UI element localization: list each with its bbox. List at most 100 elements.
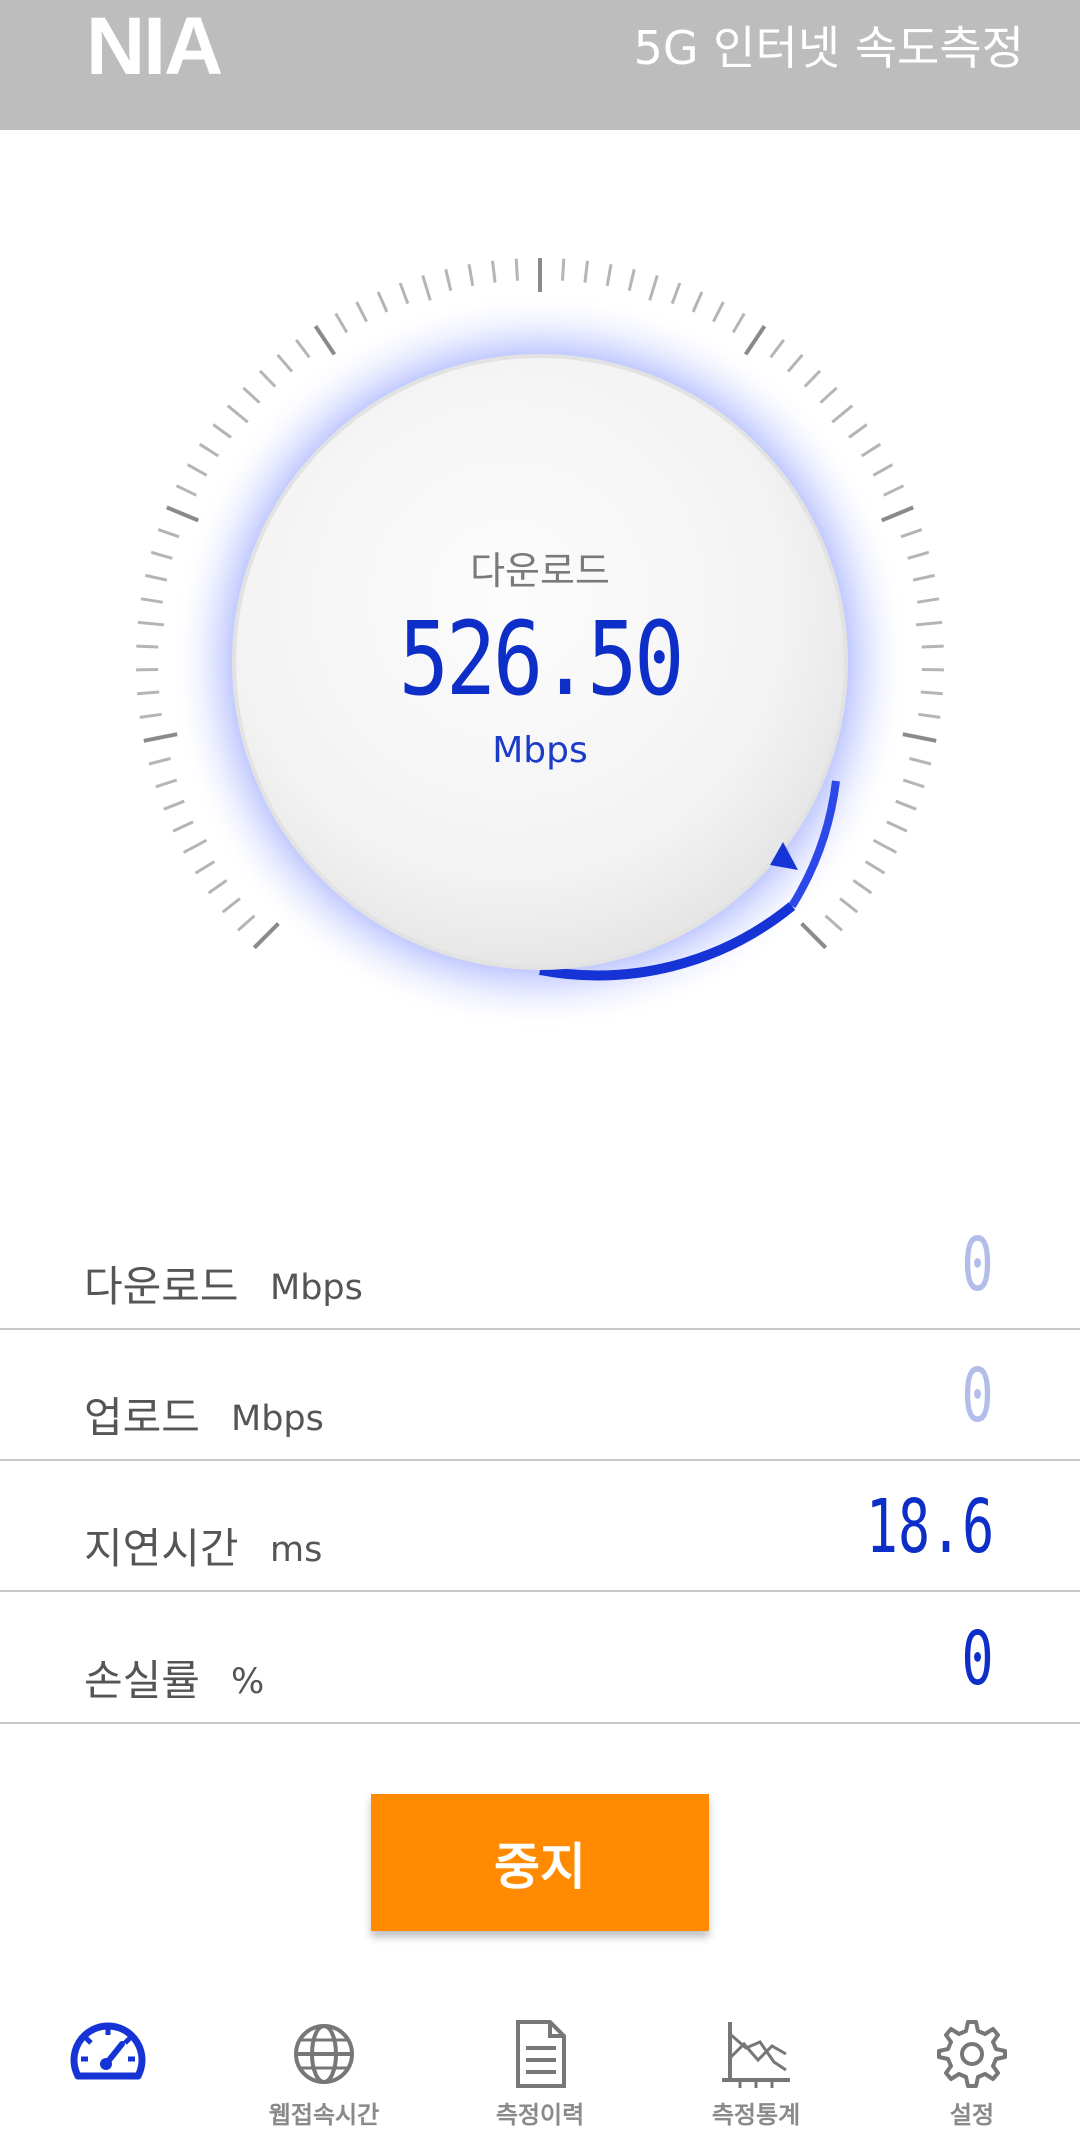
nav-label: 웹접속시간: [216, 2095, 432, 2130]
gauge-tick: [151, 552, 172, 558]
gauge-tick: [316, 326, 335, 354]
stat-row-upload: 업로드 Mbps 0: [0, 1331, 1080, 1461]
gauge-tick: [916, 622, 942, 625]
gauge-tick: [873, 465, 892, 476]
stat-row-download: 다운로드 Mbps 0: [0, 1200, 1080, 1330]
speedometer-icon: [68, 2014, 148, 2094]
bottom-nav: 웹접속시간 측정이력 측정통계 설정: [0, 2000, 1080, 2127]
gauge-tick: [713, 302, 723, 322]
gauge-tick: [650, 275, 658, 300]
gauge-tick: [137, 692, 159, 694]
gauge-tick: [832, 406, 852, 423]
stat-label: 다운로드: [84, 1253, 239, 1314]
gear-icon: [932, 2014, 1012, 2094]
stat-label: 손실률: [84, 1647, 200, 1708]
stat-label: 지연시간: [84, 1515, 239, 1576]
stat-unit: %: [231, 1662, 264, 1702]
gauge-tick: [296, 340, 309, 358]
gauge-tick: [882, 507, 913, 520]
nav-item-history[interactable]: 측정이력: [432, 2000, 648, 2127]
gauge-tick: [563, 259, 564, 281]
gauge-tick: [771, 340, 784, 358]
gauge-tick: [156, 780, 177, 787]
gauge-tick: [788, 355, 802, 372]
gauge-tick: [228, 406, 248, 423]
gauge-tick: [516, 259, 517, 281]
gauge-tick: [138, 622, 164, 625]
nav-item-statistics[interactable]: 측정통계: [648, 2000, 864, 2127]
gauge-tick: [913, 575, 935, 580]
gauge-tick: [200, 444, 219, 456]
gauge-tick: [840, 899, 857, 913]
gauge-tick: [693, 292, 702, 312]
gauge-tick: [672, 283, 680, 304]
gauge-tick: [167, 507, 198, 520]
gauge-tick: [243, 388, 259, 403]
nav-item-speed-test[interactable]: [0, 2000, 216, 2127]
gauge-tick: [196, 862, 215, 874]
stat-value: 0: [962, 1616, 994, 1702]
gauge-tick: [177, 486, 197, 496]
gauge-label: 다운로드: [340, 540, 740, 595]
gauge-tick: [903, 780, 924, 787]
gauge-tick: [378, 292, 387, 312]
gauge-tick: [908, 552, 929, 558]
stat-value: 0: [962, 1353, 994, 1439]
nav-item-web-access-time[interactable]: 웹접속시간: [216, 2000, 432, 2127]
gauge-tick: [903, 734, 936, 741]
gauge-tick: [733, 314, 744, 333]
chart-icon: [716, 2014, 796, 2094]
gauge-tick: [184, 840, 207, 852]
gauge-tick: [805, 371, 820, 387]
document-icon: [500, 2014, 580, 2094]
gauge-tick: [188, 465, 207, 476]
gauge-tick: [921, 692, 943, 694]
stat-row-loss: 손실률 % 0: [0, 1594, 1080, 1724]
gauge-tick: [145, 575, 167, 580]
gauge-tick: [278, 355, 292, 372]
gauge-tick: [469, 264, 473, 286]
gauge-tick: [853, 880, 871, 893]
stat-value: 0: [962, 1222, 994, 1308]
nav-label: 측정통계: [648, 2095, 864, 2130]
gauge-tick: [873, 840, 896, 852]
gauge-tick: [136, 646, 158, 647]
gauge-tick: [826, 916, 843, 931]
gauge-tick: [884, 486, 904, 496]
gauge-tick: [862, 444, 881, 456]
gauge-tick: [910, 759, 931, 765]
stat-unit: ms: [270, 1530, 322, 1570]
nav-label: 측정이력: [432, 2095, 648, 2130]
gauge-tick: [173, 822, 193, 831]
stat-value: 18.6: [866, 1484, 994, 1570]
stat-label: 업로드: [84, 1384, 200, 1445]
gauge-tick: [144, 734, 177, 741]
globe-icon: [284, 2014, 364, 2094]
app-title: 5G 인터넷 속도측정: [634, 18, 1024, 78]
nav-item-settings[interactable]: 설정: [864, 2000, 1080, 2127]
stop-button[interactable]: 중지: [371, 1794, 709, 1931]
gauge-tick: [849, 425, 867, 438]
nav-label: 설정: [864, 2095, 1080, 2130]
stat-unit: Mbps: [231, 1399, 324, 1439]
gauge-tick: [336, 314, 347, 333]
gauge-tick: [922, 646, 944, 647]
gauge-tick: [866, 862, 885, 874]
speed-gauge: 다운로드 526.50 Mbps: [0, 130, 1080, 1230]
gauge-tick: [357, 302, 367, 322]
gauge-tick: [400, 283, 408, 304]
gauge-tick: [140, 714, 162, 717]
gauge-tick: [260, 371, 275, 387]
gauge-tick: [254, 924, 278, 948]
gauge-tick: [802, 924, 826, 948]
gauge-unit: Mbps: [340, 730, 740, 771]
gauge-tick: [493, 261, 496, 283]
nia-logo: NIA: [86, 2, 221, 92]
stat-unit: Mbps: [270, 1268, 363, 1308]
gauge-tick: [887, 822, 907, 831]
gauge-tick: [223, 899, 240, 913]
gauge-tick: [896, 801, 917, 809]
gauge-tick: [164, 801, 185, 809]
gauge-tick: [209, 880, 227, 893]
gauge-tick: [607, 264, 611, 286]
